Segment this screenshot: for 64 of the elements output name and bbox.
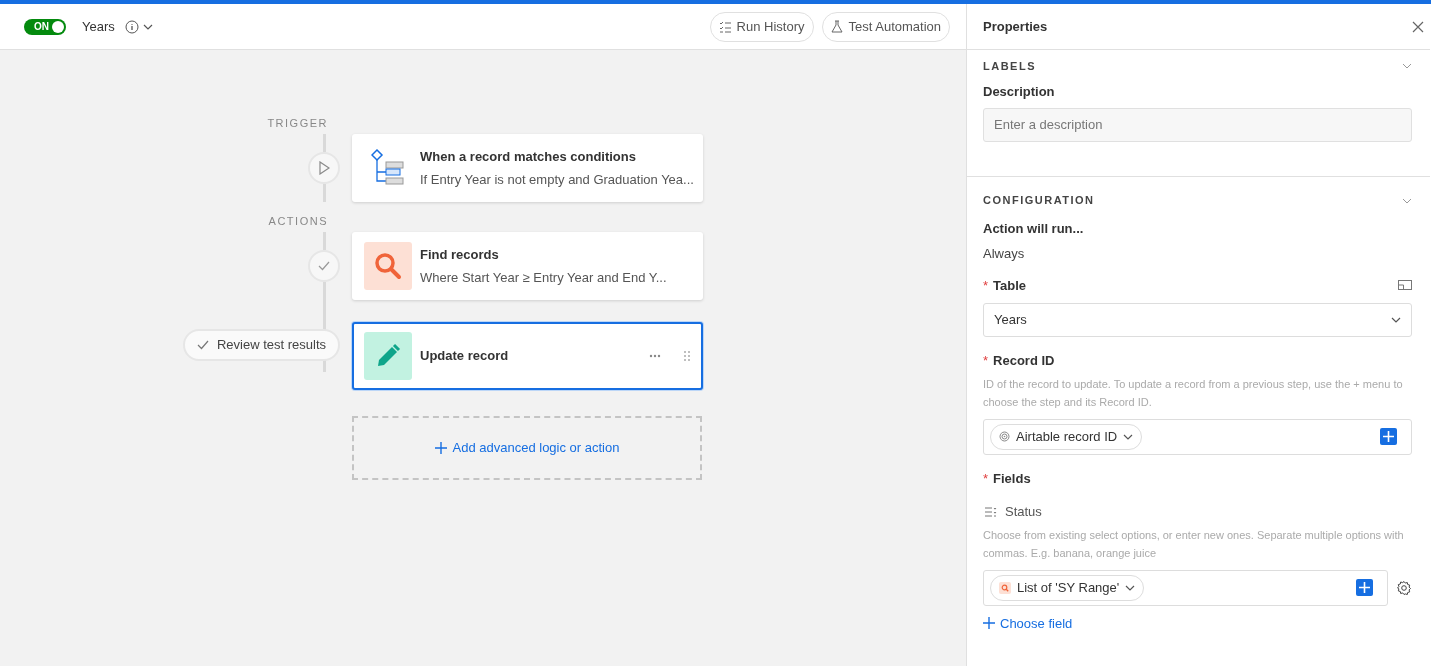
step-title: When a record matches conditions — [420, 147, 637, 166]
plus-icon — [1359, 582, 1370, 593]
required-asterisk: * — [983, 469, 989, 488]
step-card[interactable]: Find records Where Start Year ≥ Entry Year and End Y... — [352, 232, 703, 300]
section-label: ACTIONS — [267, 214, 328, 229]
step-description: Where Start Year ≥ Entry Year and End Y... — [420, 269, 668, 287]
table-select[interactable]: Years — [983, 303, 1412, 337]
section-heading: CONFIGURATION — [983, 193, 1095, 209]
run-history-button[interactable]: Run History — [709, 11, 814, 42]
field-label: Action will run... — [983, 219, 1085, 238]
pencil-icon — [375, 343, 401, 369]
list-icon — [718, 20, 731, 33]
token-pill[interactable]: Airtable record ID — [990, 423, 1143, 450]
help-text: ID of the record to update. To update a record from a previous step, use the + menu to choose the step and its Record ID. — [983, 376, 1404, 410]
required-asterisk: * — [983, 276, 989, 295]
token-pill[interactable]: List of 'SY Range' — [990, 574, 1145, 601]
description-field[interactable]: Enter a description — [983, 107, 1412, 142]
step-description: If Entry Year is not empty and Graduation Yea... — [420, 171, 694, 189]
test-automation-button[interactable]: Test Automation — [821, 11, 950, 42]
section-heading: LABELS — [983, 58, 1036, 74]
add-button[interactable] — [1380, 428, 1397, 445]
flask-icon — [830, 20, 843, 33]
search-icon — [999, 581, 1011, 594]
search-icon — [374, 252, 402, 280]
choose-field-link[interactable]: Choose field — [983, 613, 1073, 633]
expand-icon[interactable] — [1398, 280, 1412, 291]
play-icon — [318, 161, 330, 175]
plus-icon — [983, 617, 995, 630]
more-icon[interactable] — [649, 354, 661, 358]
step-title: Update record — [420, 347, 510, 366]
plus-icon — [1383, 431, 1394, 442]
chevron-down-icon — [1391, 317, 1401, 323]
step-card[interactable]: Update record — [352, 322, 703, 390]
add-button[interactable] — [1356, 579, 1373, 596]
token-field[interactable]: Airtable record ID — [983, 418, 1412, 455]
automation-name: Years — [82, 17, 115, 36]
list-icon — [985, 506, 997, 517]
required-asterisk: * — [983, 352, 989, 370]
close-icon — [1412, 21, 1424, 34]
panel-title: Properties — [983, 17, 1048, 36]
drag-handle-icon[interactable] — [683, 350, 691, 362]
help-text: Choose from existing select options, or enter new ones. Separate multiple options with commas. E.g. banana, orange juice — [983, 527, 1405, 561]
section-label: TRIGGER — [266, 116, 328, 131]
run-condition: Always — [983, 245, 1026, 263]
chevron-down-icon[interactable] — [142, 23, 153, 30]
info-icon[interactable] — [124, 19, 139, 34]
add-logic-or-action-button[interactable]: Add advanced logic or action — [352, 416, 702, 480]
review-test-results-button[interactable]: Review test results — [182, 329, 340, 361]
field-label: Table — [993, 276, 1027, 295]
step-title: Find records — [420, 245, 500, 264]
field-label: Record ID — [993, 352, 1055, 370]
chevron-down-icon — [1123, 433, 1134, 440]
check-icon — [196, 340, 209, 350]
chevron-down-icon — [1125, 584, 1136, 591]
plus-icon — [434, 442, 447, 454]
field-label: Fields — [993, 469, 1031, 488]
field-label: Description — [983, 83, 1056, 101]
token-field[interactable]: List of 'SY Range' — [983, 569, 1388, 606]
step-card[interactable]: When a record matches conditions If Entry Year is not empty and Graduation Yea... — [352, 134, 703, 202]
conditions-icon — [371, 149, 405, 187]
automation-toggle[interactable]: ON — [24, 18, 66, 35]
check-icon — [318, 261, 330, 271]
settings-icon[interactable] — [1396, 579, 1412, 596]
field-name: Status — [1005, 503, 1042, 521]
